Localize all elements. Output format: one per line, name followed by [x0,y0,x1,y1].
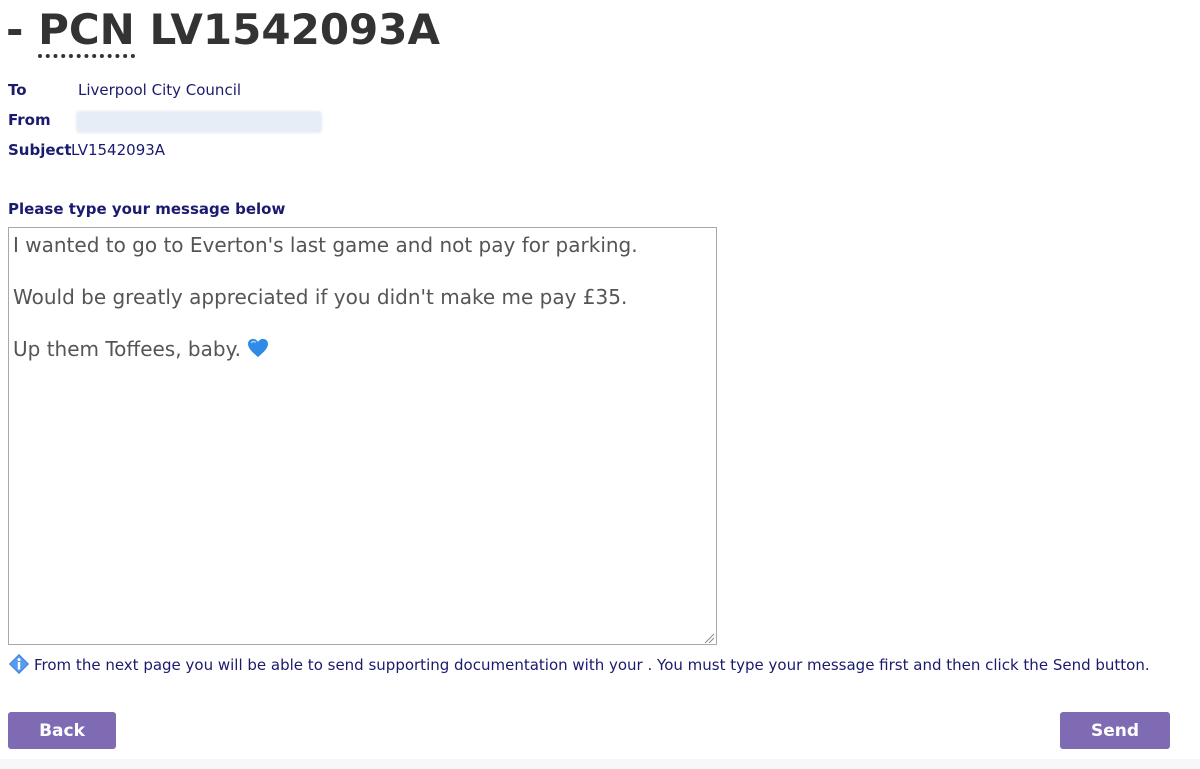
message-line-3-text: Up them Toffees, baby. [13,337,248,361]
back-button[interactable]: Back [8,712,116,749]
page-footer-strip [0,759,1200,769]
title-reference: LV1542093A [134,5,441,54]
blue-heart-icon [248,338,269,358]
info-text: From the next page you will be able to s… [34,656,1150,674]
page-title: - PCN LV1542093A [6,2,440,58]
message-line-1: I wanted to go to Everton's last game an… [13,233,638,257]
send-button[interactable]: Send [1060,712,1170,749]
from-label: From [8,111,51,129]
message-line-3: Up them Toffees, baby. [13,336,712,362]
info-message: From the next page you will be able to s… [8,653,1150,676]
info-icon [9,654,29,674]
subject-value: LV1542093A [71,141,166,159]
resize-handle-icon[interactable] [703,632,715,644]
message-heading: Please type your message below [8,200,286,218]
subject-label: Subject [8,141,72,159]
message-line-2: Would be greatly appreciated if you didn… [13,285,628,309]
to-label: To [8,81,27,99]
pcn-abbreviation: PCN [38,5,135,58]
subject-row: SubjectLV1542093A [8,140,165,160]
from-value-redacted [76,111,322,133]
to-value: Liverpool City Council [78,81,242,99]
message-textarea[interactable]: I wanted to go to Everton's last game an… [8,227,717,645]
to-row: To Liverpool City Council [8,80,241,100]
from-row: From [8,110,78,130]
title-prefix: - [6,5,39,54]
